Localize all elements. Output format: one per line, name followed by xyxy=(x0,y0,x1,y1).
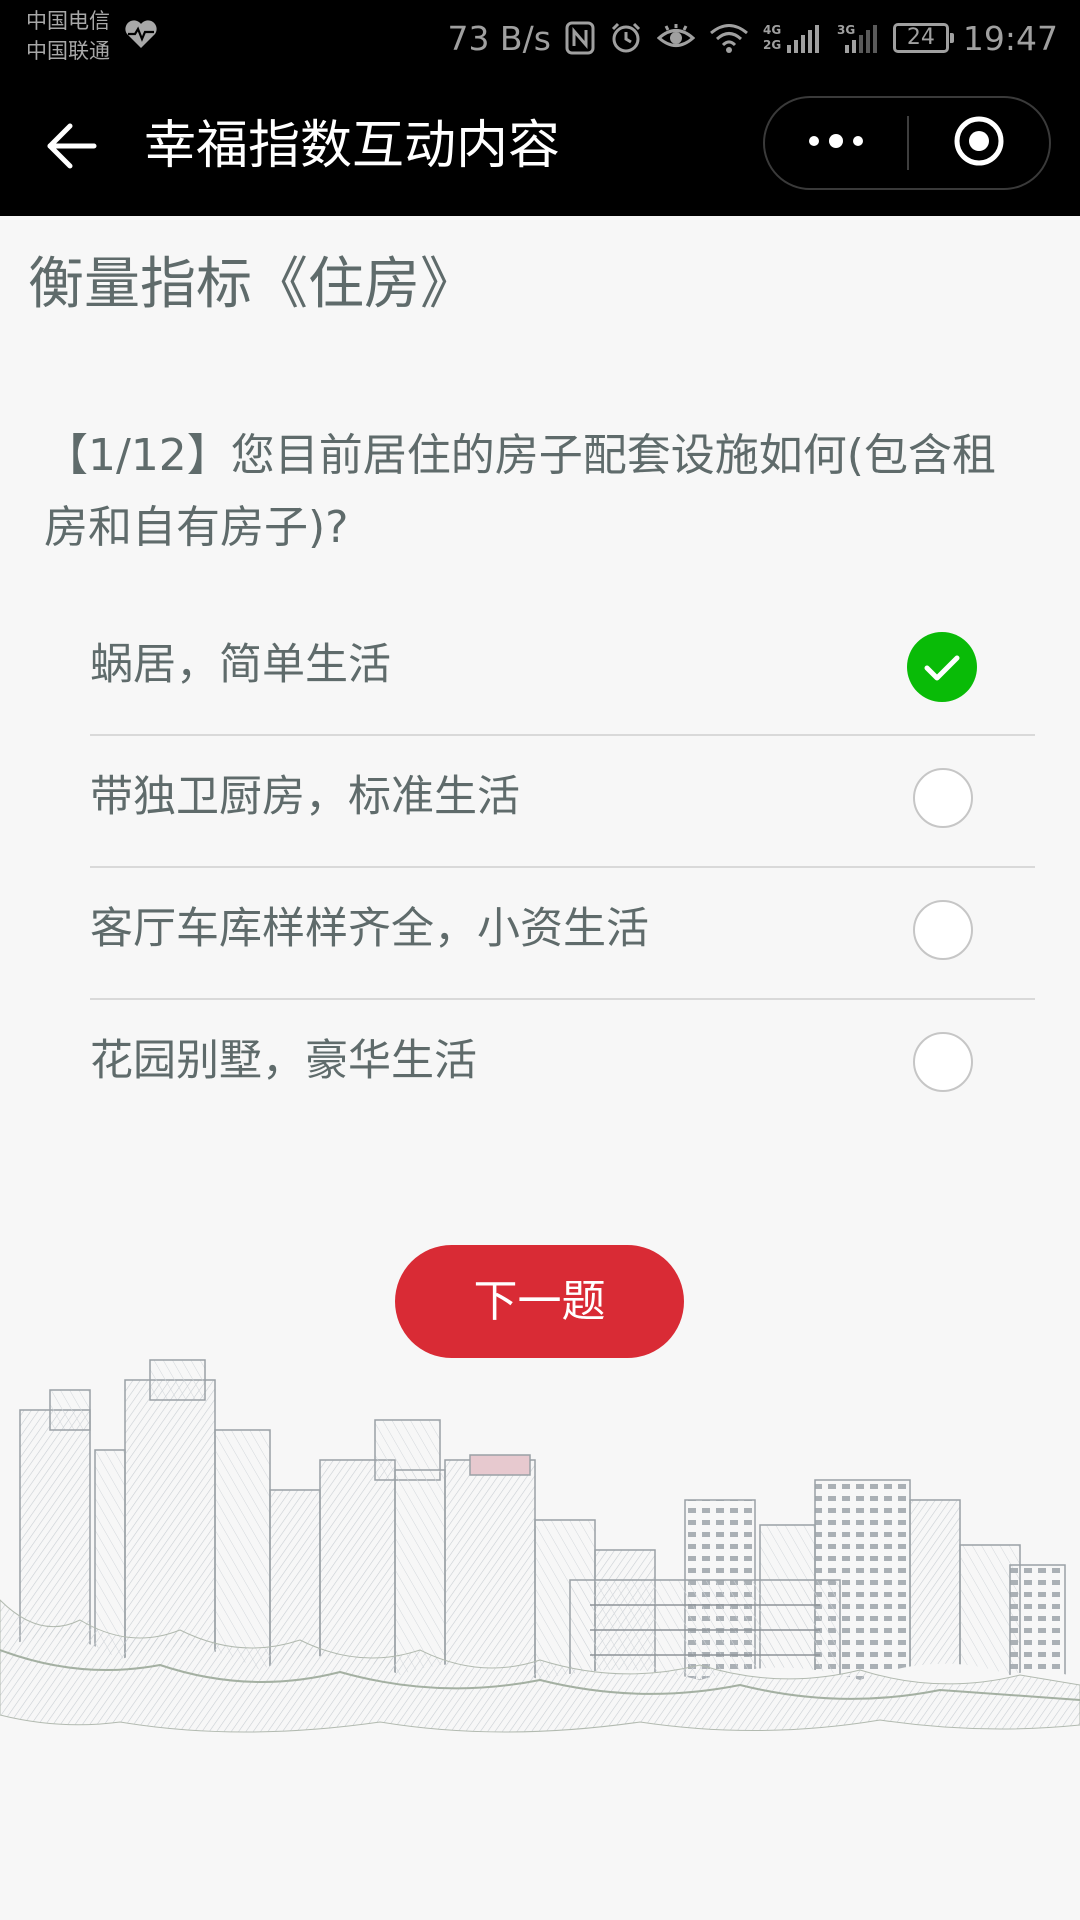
option-item[interactable]: 带独卫厨房，标准生活 xyxy=(90,736,1035,868)
close-target-icon xyxy=(952,114,1006,172)
svg-text:4G: 4G xyxy=(763,23,781,37)
status-right: 73 B/s 4G 2G 3G 24 19:47 xyxy=(447,0,1058,76)
option-label: 蜗居，简单生活 xyxy=(90,640,391,690)
nfc-icon xyxy=(565,21,595,55)
capsule-menu xyxy=(763,96,1051,190)
radio-icon[interactable] xyxy=(913,768,973,828)
back-arrow-icon[interactable] xyxy=(44,118,100,174)
battery-icon: 24 xyxy=(892,23,954,53)
nav-bar: 幸福指数互动内容 xyxy=(0,76,1080,216)
eye-icon xyxy=(656,23,695,53)
carrier-info: 中国电信 中国联通 xyxy=(26,6,110,66)
checked-radio-icon[interactable] xyxy=(907,632,977,702)
carrier-1: 中国电信 xyxy=(26,9,110,33)
option-label: 客厅车库样样齐全，小资生活 xyxy=(90,904,649,954)
radio-icon[interactable] xyxy=(913,1032,973,1092)
more-button[interactable] xyxy=(765,98,907,188)
status-bar: 中国电信 中国联通 73 B/s 4G 2G 3G 24 19:47 xyxy=(0,0,1080,76)
question-text: 【1/12】您目前居住的房子配套设施如何(包含租房和自有房子)? xyxy=(44,430,996,553)
option-item[interactable]: 客厅车库样样齐全，小资生活 xyxy=(90,868,1035,1000)
clock: 19:47 xyxy=(962,18,1058,58)
wifi-icon xyxy=(709,22,749,54)
heart-rate-icon xyxy=(123,18,159,50)
close-button[interactable] xyxy=(909,98,1049,188)
section-title: 衡量指标《住房》 xyxy=(28,252,476,317)
page-title: 幸福指数互动内容 xyxy=(144,116,561,176)
option-list: 蜗居，简单生活 带独卫厨房，标准生活 客厅车库样样齐全，小资生活 花园别墅，豪华… xyxy=(90,604,1035,1130)
carrier-2: 中国联通 xyxy=(26,39,110,63)
signal-3g-icon: 3G xyxy=(837,21,879,55)
option-item[interactable]: 花园别墅，豪华生活 xyxy=(90,1000,1035,1130)
alarm-icon xyxy=(609,21,643,55)
more-dots-icon xyxy=(806,133,866,153)
option-label: 带独卫厨房，标准生活 xyxy=(90,772,520,822)
option-label: 花园别墅，豪华生活 xyxy=(90,1036,477,1086)
radio-icon[interactable] xyxy=(913,900,973,960)
option-item[interactable]: 蜗居，简单生活 xyxy=(90,604,1035,736)
signal-icon: 4G 2G xyxy=(763,21,823,55)
next-question-button[interactable]: 下一题 xyxy=(395,1245,684,1358)
svg-text:2G: 2G xyxy=(763,38,781,52)
svg-text:3G: 3G xyxy=(837,23,855,37)
city-skyline-illustration xyxy=(0,1359,1080,1770)
net-speed: 73 B/s xyxy=(447,18,551,58)
